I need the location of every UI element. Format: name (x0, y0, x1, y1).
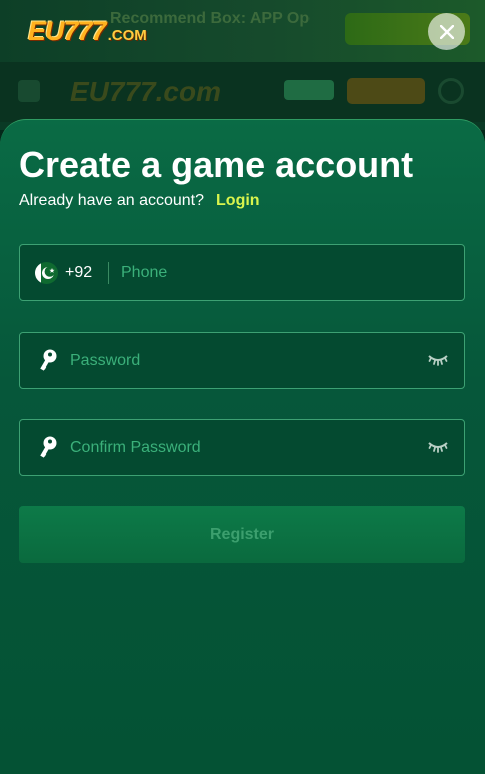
eu777-logo: EU777 .COM (28, 16, 147, 46)
confirm-password-field[interactable] (19, 419, 465, 476)
logo-main-text: EU777 (28, 16, 107, 46)
background-avatar (438, 78, 464, 104)
register-modal-screen: Recommend Box: APP Open Unique Wheel EU7… (0, 0, 485, 774)
eye-closed-icon[interactable] (428, 353, 448, 367)
register-sheet: Create a game account Already have an ac… (0, 119, 485, 774)
background-register-button (347, 78, 425, 104)
close-icon (439, 24, 454, 39)
logo-suffix-text: .COM (107, 27, 147, 44)
crescent-star-icon (42, 266, 55, 279)
confirm-password-input[interactable] (70, 434, 410, 462)
key-icon (40, 349, 57, 371)
pakistan-flag-icon[interactable] (35, 262, 58, 284)
already-have-account-text: Already have an account? (19, 192, 205, 209)
password-field[interactable] (19, 332, 465, 389)
register-button[interactable]: Register (19, 506, 465, 563)
key-icon (40, 436, 57, 458)
background-menu-icon (18, 80, 40, 102)
eye-closed-icon[interactable] (428, 440, 448, 454)
password-input[interactable] (70, 347, 410, 375)
phone-field[interactable]: +92 (19, 244, 465, 301)
country-code[interactable]: +92 (65, 264, 92, 282)
page-title: Create a game account (19, 144, 414, 185)
background-logo: EU777.com (70, 76, 221, 107)
login-prompt: Already have an account? Login (19, 192, 260, 210)
phone-input[interactable] (121, 259, 441, 287)
background-login-button (284, 80, 334, 100)
close-button[interactable] (428, 13, 465, 50)
login-link[interactable]: Login (216, 192, 260, 209)
phone-divider (108, 262, 109, 284)
